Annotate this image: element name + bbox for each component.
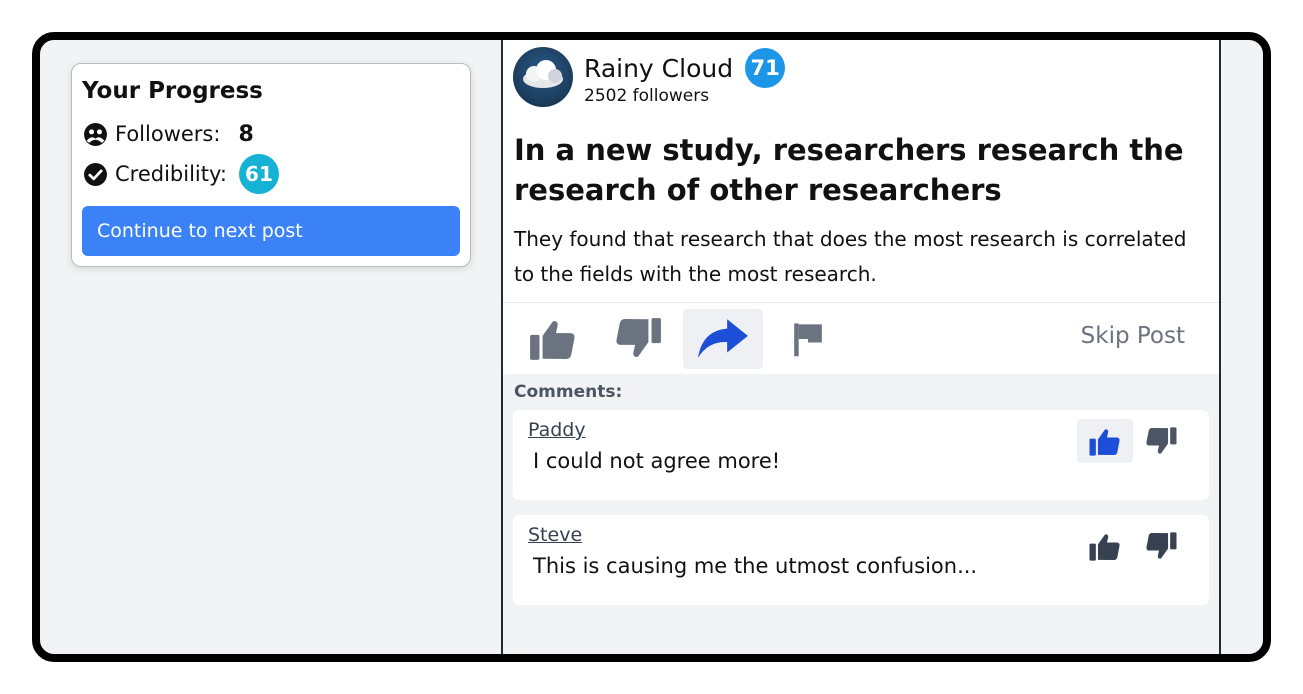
share-button[interactable] bbox=[683, 308, 763, 369]
comment-dislike-button[interactable] bbox=[1133, 524, 1189, 568]
dislike-button[interactable] bbox=[598, 309, 678, 369]
skip-post-button[interactable]: Skip Post bbox=[1081, 323, 1185, 349]
app-frame: Your Progress Followers: 8 Credibility: … bbox=[32, 32, 1271, 662]
comment-like-button[interactable] bbox=[1077, 419, 1133, 463]
author-followers: 2502 followers bbox=[584, 86, 710, 106]
like-button[interactable] bbox=[513, 309, 593, 369]
check-circle-icon bbox=[82, 161, 108, 187]
comments-section: Comments: Paddy I could not agree more! bbox=[503, 374, 1219, 630]
progress-title: Your Progress bbox=[82, 78, 263, 104]
share-arrow-icon bbox=[698, 318, 748, 358]
comment-like-button[interactable] bbox=[1077, 524, 1133, 568]
post-column: Rainy Cloud 71 2502 followers In a new s… bbox=[501, 40, 1221, 654]
thumbs-up-icon bbox=[530, 320, 575, 360]
author-name[interactable]: Rainy Cloud bbox=[584, 54, 733, 83]
avatar[interactable] bbox=[513, 47, 573, 107]
post-body: They found that research that does the m… bbox=[514, 227, 1187, 286]
cloud-icon bbox=[523, 60, 563, 88]
credibility-row: Credibility: 61 bbox=[82, 154, 460, 194]
comments-label: Comments: bbox=[514, 382, 623, 402]
author-info: Rainy Cloud 71 2502 followers bbox=[584, 48, 786, 106]
credibility-badge: 61 bbox=[238, 154, 279, 194]
people-circle-icon bbox=[82, 121, 108, 147]
thumbs-down-icon bbox=[1146, 426, 1177, 454]
flag-button[interactable] bbox=[768, 309, 848, 369]
thumbs-down-icon bbox=[616, 317, 661, 357]
flag-icon bbox=[794, 322, 822, 356]
followers-label: Followers: bbox=[115, 122, 221, 146]
continue-button[interactable]: Continue to next post bbox=[82, 206, 460, 256]
credibility-label: Credibility: bbox=[115, 162, 227, 186]
post-actions: Skip Post bbox=[503, 302, 1219, 374]
comment-item: Paddy I could not agree more! bbox=[513, 410, 1209, 500]
post-card: Rainy Cloud 71 2502 followers In a new s… bbox=[503, 40, 1219, 630]
comment-votes bbox=[1077, 419, 1189, 463]
progress-card: Your Progress Followers: 8 Credibility: … bbox=[71, 63, 471, 267]
thumbs-up-icon bbox=[1089, 428, 1120, 456]
post-author: Rainy Cloud 71 2502 followers bbox=[503, 46, 1219, 108]
author-score-badge: 71 bbox=[745, 48, 786, 88]
thumbs-down-icon bbox=[1146, 531, 1177, 559]
post-headline: In a new study, researchers research the… bbox=[514, 133, 1184, 207]
followers-row: Followers: 8 bbox=[82, 114, 460, 154]
comment-dislike-button[interactable] bbox=[1133, 419, 1189, 463]
comment-votes bbox=[1077, 524, 1189, 568]
author-line: Rainy Cloud 71 bbox=[584, 48, 786, 88]
thumbs-up-icon bbox=[1089, 533, 1120, 561]
followers-value: 8 bbox=[238, 121, 254, 147]
comment-item: Steve This is causing me the utmost conf… bbox=[513, 515, 1209, 605]
